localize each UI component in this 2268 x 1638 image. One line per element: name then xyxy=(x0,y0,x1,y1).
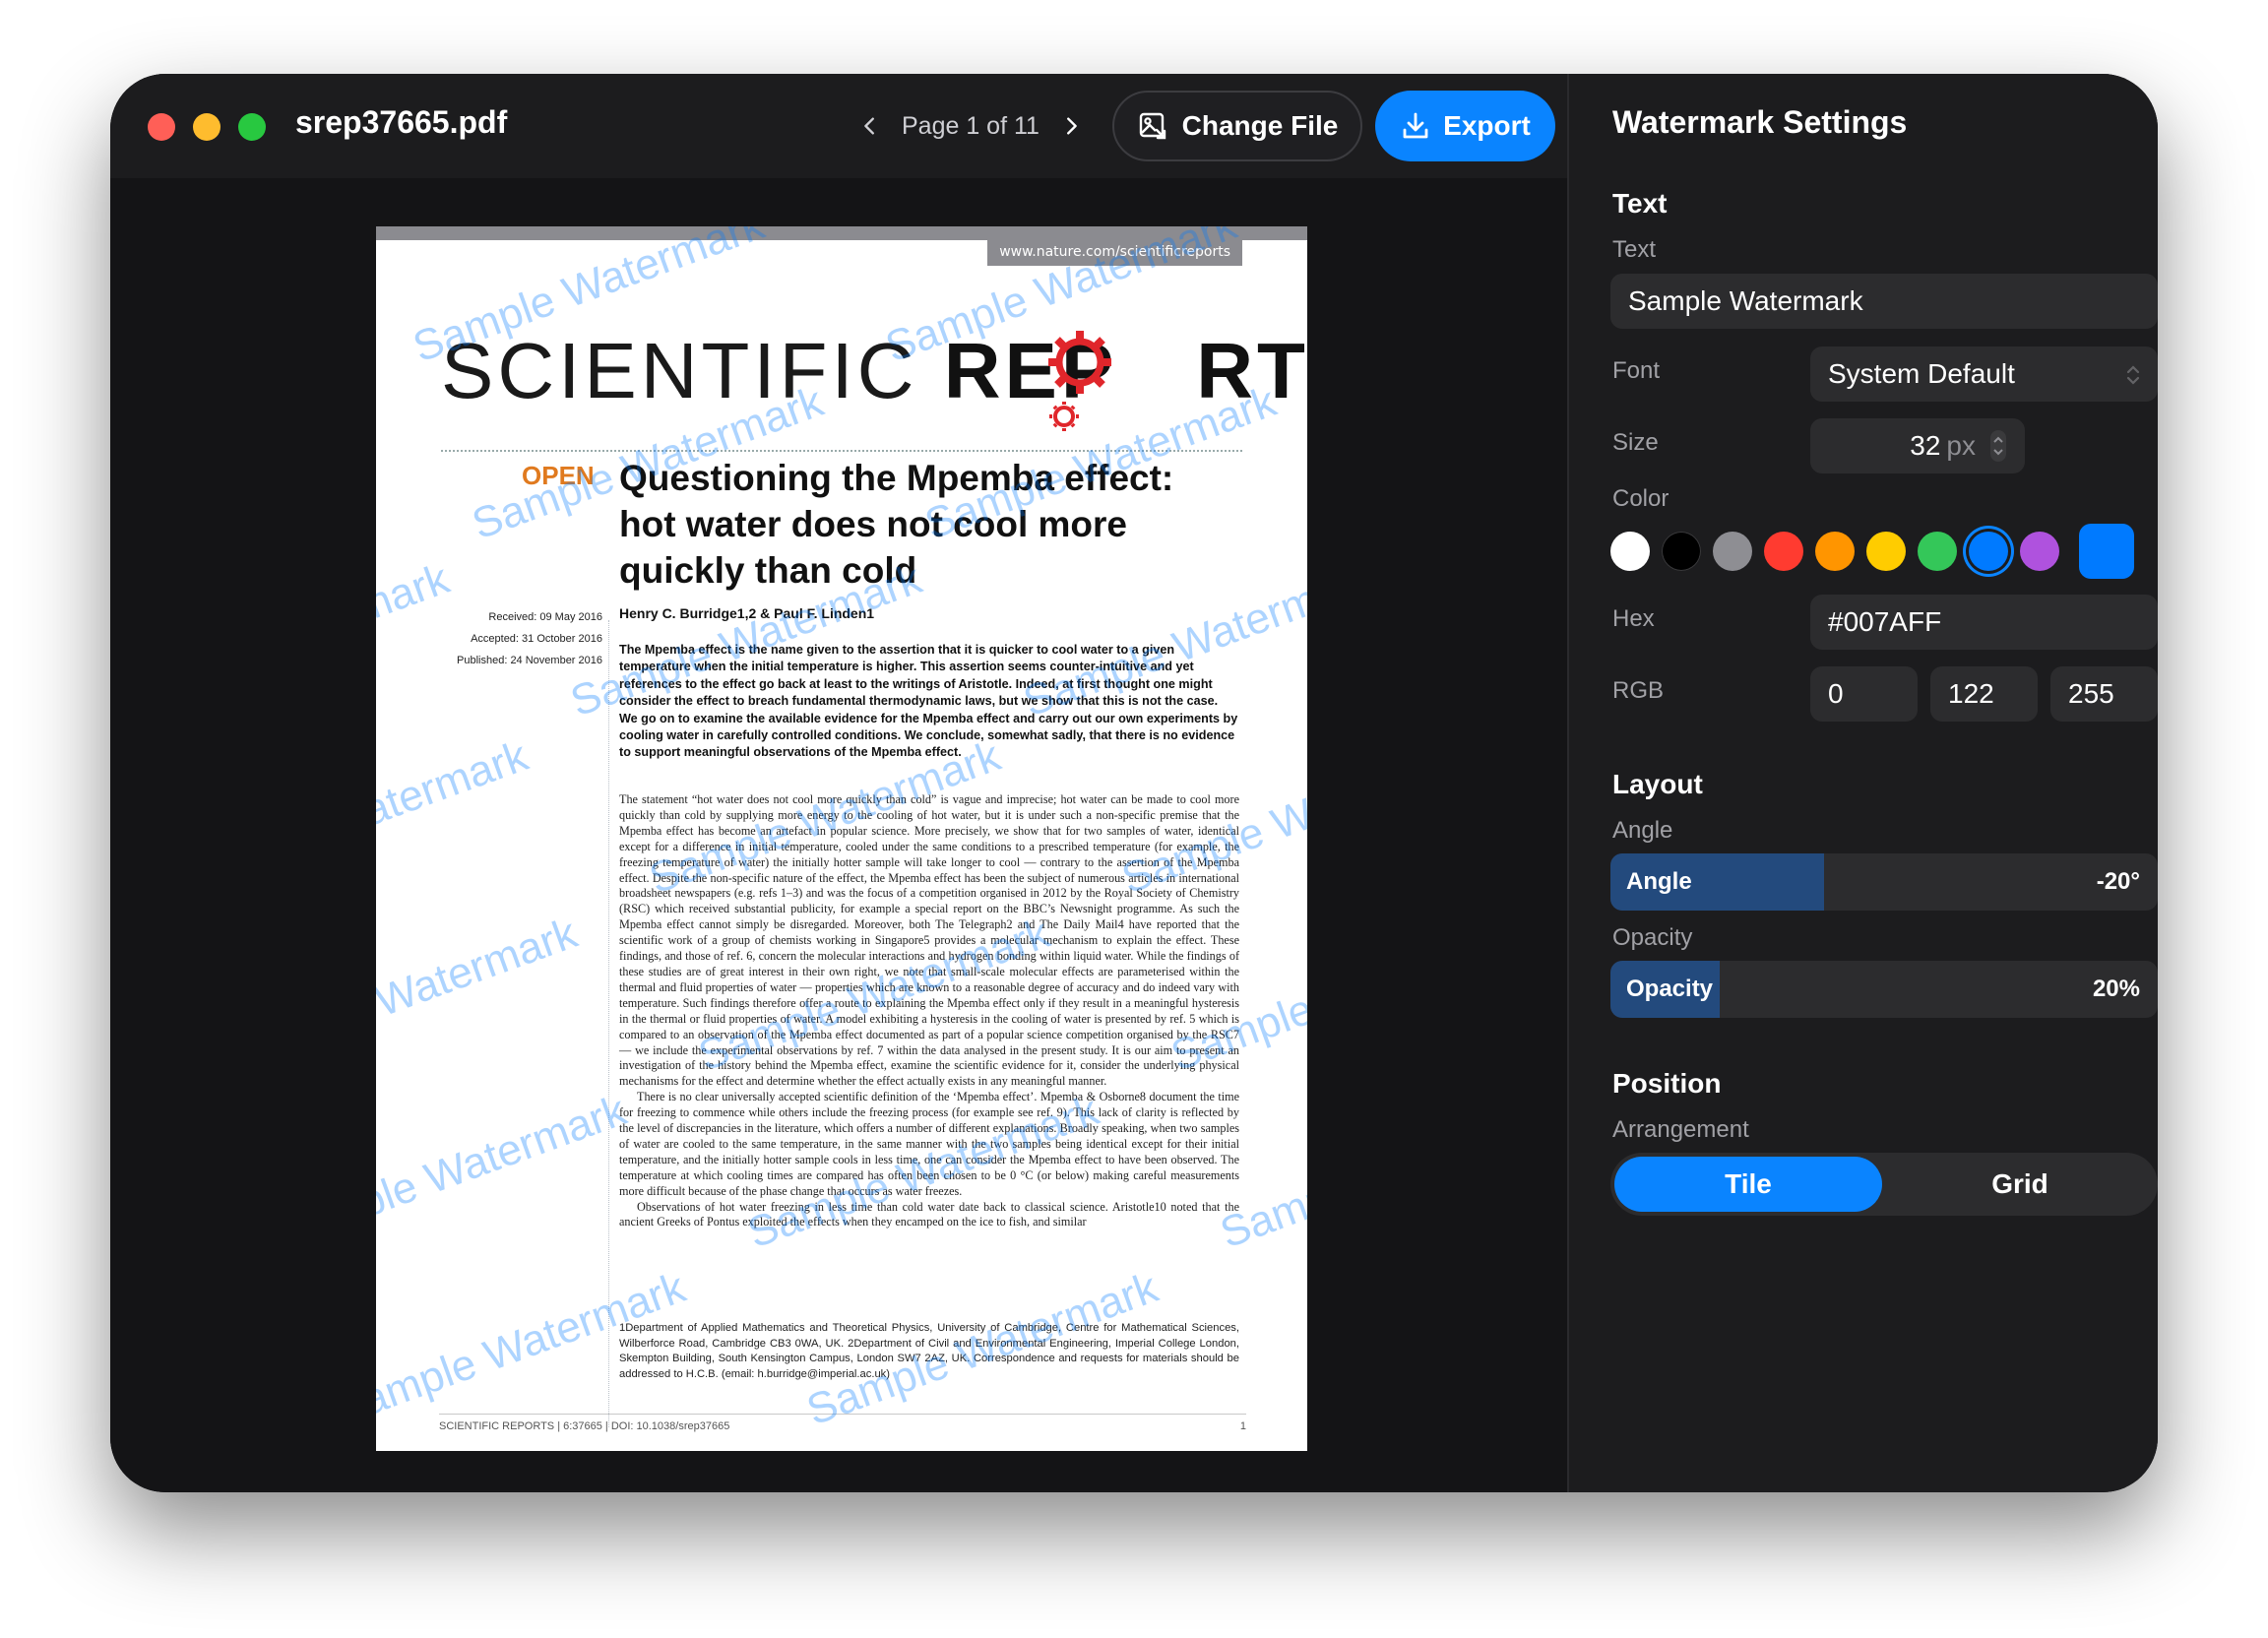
swatch-purple[interactable] xyxy=(2020,532,2059,571)
watermark-text-value: Sample Watermark xyxy=(1628,285,1863,316)
rgb-blue-input[interactable]: 255 xyxy=(2050,666,2158,722)
previous-page-button[interactable] xyxy=(850,102,890,150)
chevron-right-icon xyxy=(1066,117,1077,135)
export-label: Export xyxy=(1443,110,1531,141)
opacity-slider-name: Opacity xyxy=(1626,976,1714,1002)
watermark-text: Sample Watermark xyxy=(376,731,535,903)
swatch-white[interactable] xyxy=(1610,532,1650,571)
article-body: The statement “hot water does not cool m… xyxy=(619,792,1239,1230)
masthead-scientific: SCIENTIFIC xyxy=(441,327,944,414)
rgb-green-value: 122 xyxy=(1948,678,1994,709)
zoom-window-button[interactable] xyxy=(238,113,266,141)
page-footer: SCIENTIFIC REPORTS | 6:37665 | DOI: 10.1… xyxy=(439,1414,1246,1432)
affiliation-footnote: 1Department of Applied Mathematics and T… xyxy=(619,1322,1239,1380)
hex-input[interactable]: #007AFF xyxy=(1810,595,2158,650)
pdf-page[interactable]: www.nature.com/scientificreports SCIENTI… xyxy=(376,226,1307,1451)
published-date: Published: 24 November 2016 xyxy=(457,655,602,666)
text-field-label: Text xyxy=(1612,236,1657,263)
watermark-text: Sample Watermark xyxy=(376,1086,633,1258)
swatch-blue-selected[interactable] xyxy=(1969,532,2008,571)
export-button[interactable]: Export xyxy=(1375,91,1555,161)
next-page-button[interactable] xyxy=(1051,102,1091,150)
column-rule xyxy=(608,620,609,1427)
app-window: srep37665.pdf Page 1 of 11 Change File E… xyxy=(110,74,2158,1492)
journal-url: www.nature.com/scientificreports xyxy=(987,240,1242,266)
article-abstract: The Mpemba effect is the name given to t… xyxy=(619,643,1238,760)
journal-masthead: SCIENTIFIC REPRTS xyxy=(441,327,1307,415)
angle-label: Angle xyxy=(1612,817,1673,844)
swatch-black[interactable] xyxy=(1662,532,1701,571)
angle-slider-value: -20° xyxy=(2096,868,2140,895)
swatch-orange[interactable] xyxy=(1815,532,1855,571)
text-section-heading: Text xyxy=(1612,188,1668,219)
color-swatches xyxy=(1610,523,2134,580)
font-label: Font xyxy=(1612,357,1661,384)
accepted-date: Accepted: 31 October 2016 xyxy=(471,633,602,645)
arrangement-tile-option[interactable]: Tile xyxy=(1614,1157,1882,1212)
hex-label: Hex xyxy=(1612,605,1655,632)
color-label: Color xyxy=(1612,485,1670,512)
page-header-bar xyxy=(376,226,1307,240)
stepper-icon[interactable] xyxy=(1989,429,2007,463)
close-window-button[interactable] xyxy=(148,113,175,141)
opacity-slider-value: 20% xyxy=(2092,976,2140,1002)
size-label: Size xyxy=(1612,429,1659,456)
minimize-window-button[interactable] xyxy=(193,113,220,141)
rgb-green-input[interactable]: 122 xyxy=(1930,666,2038,722)
article-authors: Henry C. Burridge1,2 & Paul F. Linden1 xyxy=(619,605,875,621)
rgb-label: RGB xyxy=(1612,677,1665,704)
angle-slider-name: Angle xyxy=(1626,868,1692,895)
arrangement-segmented-control: Tile Grid xyxy=(1610,1153,2158,1216)
body-paragraph: Observations of hot water freezing in le… xyxy=(619,1199,1239,1229)
hex-value: #007AFF xyxy=(1828,606,1942,637)
masthead-divider xyxy=(441,450,1242,452)
swatch-yellow[interactable] xyxy=(1866,532,1906,571)
swatch-green[interactable] xyxy=(1918,532,1957,571)
arrangement-label: Arrangement xyxy=(1612,1116,1749,1143)
title-bar: srep37665.pdf Page 1 of 11 Change File E… xyxy=(110,74,1567,178)
body-paragraph: There is no clear universally accepted s… xyxy=(619,1090,1239,1198)
custom-color-well[interactable] xyxy=(2079,524,2134,579)
swatch-red[interactable] xyxy=(1764,532,1803,571)
size-unit: px xyxy=(1946,430,1976,461)
footer-citation: SCIENTIFIC REPORTS | 6:37665 | DOI: 10.1… xyxy=(439,1420,730,1432)
page-navigator: Page 1 of 11 xyxy=(850,102,1091,150)
body-paragraph: The statement “hot water does not cool m… xyxy=(619,792,1239,1089)
document-title: srep37665.pdf xyxy=(295,104,508,140)
chevron-left-icon xyxy=(864,117,874,135)
rgb-red-input[interactable]: 0 xyxy=(1810,666,1918,722)
watermark-text: Sample Watermark xyxy=(376,909,584,1080)
rgb-red-value: 0 xyxy=(1828,678,1844,709)
position-section-heading: Position xyxy=(1612,1068,1722,1099)
angle-slider[interactable]: Angle -20° xyxy=(1610,853,2158,911)
watermark-settings-panel: Watermark Settings Text Text Sample Wate… xyxy=(1567,74,2158,1492)
opacity-label: Opacity xyxy=(1612,924,1693,951)
opacity-slider[interactable]: Opacity 20% xyxy=(1610,961,2158,1018)
layout-section-heading: Layout xyxy=(1612,769,1703,799)
article-title: Questioning the Mpemba effect: hot water… xyxy=(619,458,1174,591)
page-indicator: Page 1 of 11 xyxy=(902,111,1040,140)
footer-page-number: 1 xyxy=(1239,1420,1246,1432)
arrangement-grid-option[interactable]: Grid xyxy=(1886,1157,2154,1212)
font-select-value: System Default xyxy=(1828,358,2015,389)
size-value: 32 xyxy=(1910,430,1941,461)
received-date: Received: 09 May 2016 xyxy=(488,611,602,623)
gear-logo-icon xyxy=(1048,331,1111,431)
font-select[interactable]: System Default xyxy=(1810,346,2158,402)
masthead-reports-end: RTS xyxy=(1196,327,1307,414)
swatch-gray[interactable] xyxy=(1713,532,1752,571)
document-canvas: www.nature.com/scientificreports SCIENTI… xyxy=(110,178,1567,1492)
rgb-blue-value: 255 xyxy=(2068,678,2114,709)
change-file-label: Change File xyxy=(1181,110,1339,141)
watermark-text-input[interactable]: Sample Watermark xyxy=(1610,274,2158,329)
article-dates: Received: 09 May 2016 Accepted: 31 Octob… xyxy=(415,606,602,671)
image-file-icon xyxy=(1139,112,1166,140)
select-arrows-icon xyxy=(2126,365,2140,385)
change-file-button[interactable]: Change File xyxy=(1112,91,1362,161)
size-stepper[interactable]: 32 px xyxy=(1810,418,2025,473)
open-access-label: OPEN xyxy=(522,461,595,490)
download-icon xyxy=(1403,112,1428,139)
panel-title: Watermark Settings xyxy=(1612,104,1908,140)
